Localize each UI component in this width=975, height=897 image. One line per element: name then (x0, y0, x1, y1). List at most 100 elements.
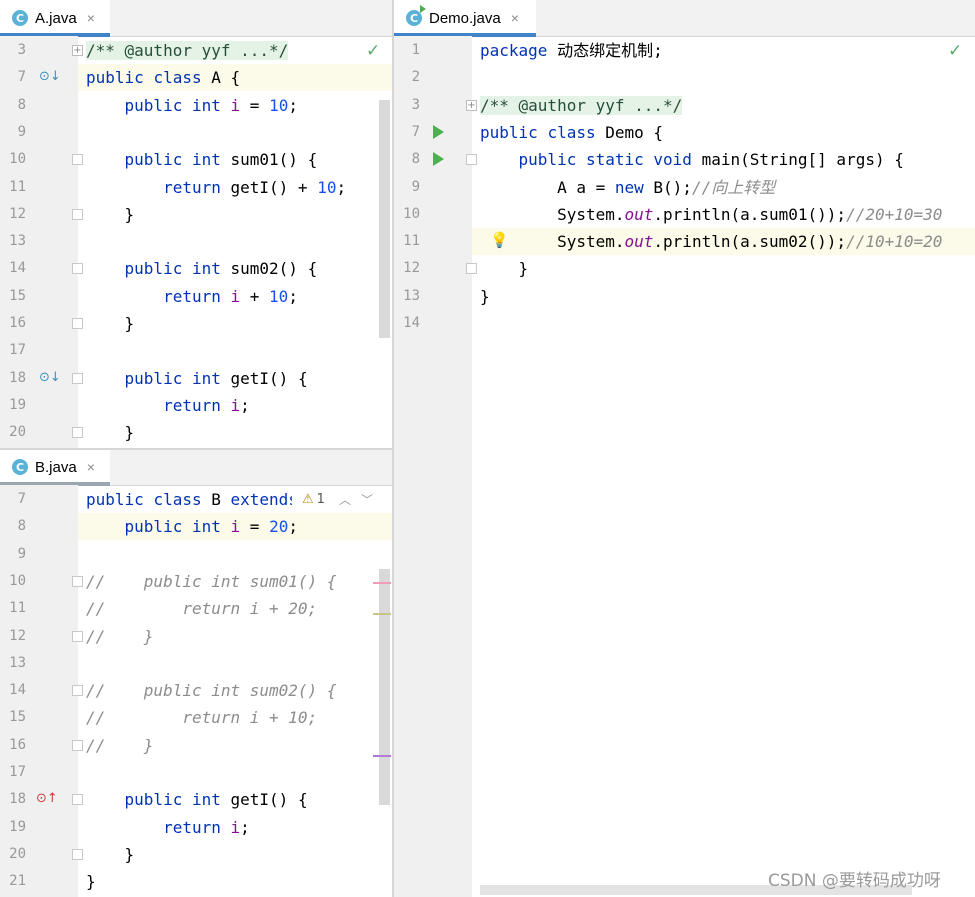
overridden-method-icon[interactable]: ⊙↓ (39, 370, 61, 385)
chevron-up-icon[interactable]: ︿ (339, 491, 351, 508)
code-line[interactable]: 11 return getI() + 10; (0, 174, 392, 201)
horizontal-divider[interactable] (0, 448, 392, 450)
code-line[interactable]: 14 (394, 310, 975, 337)
code-line[interactable]: 1 package 动态绑定机制; (394, 37, 975, 64)
code-line[interactable]: 21} (0, 868, 392, 895)
code-text: return i; (163, 395, 250, 415)
code-line[interactable]: 19 return i; (0, 392, 392, 419)
code-text: } (86, 423, 135, 443)
line-number: 9 (17, 123, 26, 140)
line-number: 14 (9, 260, 26, 277)
fold-icon[interactable] (72, 372, 83, 384)
code-text: // public int sum02() { (86, 681, 337, 701)
code-line[interactable]: 3 /** @author yyf ...*/ (394, 92, 975, 119)
line-number: 12 (403, 260, 420, 277)
line-number: 19 (9, 396, 26, 413)
code-line[interactable]: 9 (0, 119, 392, 146)
code-line[interactable]: 14 // public int sum02() { (0, 677, 392, 704)
code-line[interactable]: 8 public int i = 10; (0, 92, 392, 119)
run-icon[interactable] (433, 124, 444, 139)
code-line[interactable]: 18 public int getI() { (0, 786, 392, 813)
code-line[interactable]: 20 } (0, 419, 392, 446)
code-text: return i; (163, 817, 250, 837)
code-line[interactable]: 16 // } (0, 732, 392, 759)
code-line[interactable]: 19 return i; (0, 814, 392, 841)
code-line[interactable]: 15 return i + 10; (0, 283, 392, 310)
code-line[interactable]: 8 public static void main(String[] args)… (394, 146, 975, 173)
class-letter: C (409, 11, 419, 25)
code-line[interactable]: 11 // return i + 20; (0, 595, 392, 622)
demo-code-area[interactable]: 1 package 动态绑定机制; 2 3 /** @author yyf ...*/ 7… (394, 37, 975, 897)
fold-icon[interactable] (72, 630, 83, 642)
run-badge-icon (420, 5, 426, 13)
expand-fold-icon[interactable]: + (466, 99, 477, 111)
fold-icon[interactable] (72, 318, 83, 329)
tab-b-java[interactable]: C B.java × (0, 449, 110, 486)
code-line[interactable]: 3 /** @author yyf ...*/ (0, 37, 392, 64)
line-number: 2 (411, 69, 420, 86)
runnable-class-icon: C (406, 5, 426, 26)
fold-icon[interactable] (72, 208, 83, 220)
fold-icon[interactable] (466, 263, 477, 275)
fold-icon[interactable] (72, 739, 83, 751)
code-line[interactable]: 17 (0, 337, 392, 364)
tab-label: A.java (35, 9, 77, 27)
expand-fold-icon[interactable]: + (72, 45, 83, 56)
fold-icon[interactable] (72, 575, 83, 587)
code-line[interactable]: 8 public int i = 20; (0, 513, 392, 541)
fold-icon[interactable] (72, 848, 83, 860)
close-icon[interactable]: × (87, 459, 95, 475)
code-line[interactable]: 10 System.out.println(a.sum01());//20+10… (394, 201, 975, 228)
code-line[interactable]: 12 } (394, 255, 975, 282)
code-line[interactable]: 14 public int sum02() { (0, 255, 392, 282)
close-icon[interactable]: × (511, 10, 519, 26)
tab-a-java[interactable]: C A.java × (0, 0, 110, 37)
fold-icon[interactable] (72, 263, 83, 275)
line-number: 14 (9, 682, 26, 699)
info-stripe-mark (373, 755, 391, 757)
watermark: CSDN @要转码成功呀 (768, 871, 941, 891)
fold-icon[interactable] (72, 794, 83, 806)
code-text: package 动态绑定机制; (480, 41, 663, 60)
line-number: 12 (9, 627, 26, 644)
a-code-area[interactable]: 3 /** @author yyf ...*/ 7 public class A {8… (0, 37, 392, 449)
code-line[interactable]: 17 (0, 759, 392, 786)
fold-icon[interactable] (72, 427, 83, 439)
code-line[interactable]: 10 // public int sum01() { (0, 568, 392, 595)
code-line[interactable]: 10 public int sum01() { (0, 146, 392, 173)
line-number: 12 (9, 205, 26, 222)
code-text: public static void main(String[] args) { (518, 150, 904, 170)
code-line[interactable]: 20 } (0, 841, 392, 868)
code-line[interactable]: 11 System.out.println(a.sum02());//10+10… (394, 228, 975, 256)
code-line[interactable]: 16 } (0, 310, 392, 337)
code-text: public int sum02() { (124, 259, 318, 279)
b-scrollbar[interactable] (379, 569, 390, 805)
b-code-area[interactable]: 7public class B extends A {8 public int … (0, 486, 392, 897)
overriding-method-icon[interactable]: ⊙↑ (36, 791, 58, 806)
code-line[interactable]: 7 public class Demo { (394, 119, 975, 146)
fold-icon[interactable] (466, 154, 477, 166)
chevron-down-icon[interactable]: ﹀ (361, 491, 373, 508)
code-line[interactable]: 12 // } (0, 623, 392, 650)
run-icon[interactable] (433, 152, 444, 167)
code-line[interactable]: 9 (0, 541, 392, 568)
inspection-widget[interactable]: ⚠ 1 ︿ ﹀ (292, 486, 392, 513)
warning-count: 1 (316, 492, 325, 507)
tab-demo-java[interactable]: C Demo.java × (394, 0, 536, 37)
fold-icon[interactable] (72, 154, 83, 166)
code-text: } (86, 844, 135, 864)
line-number: 11 (9, 600, 26, 617)
code-line[interactable]: 13 (0, 228, 392, 255)
code-line[interactable]: 9 A a = new B();//向上转型 (394, 174, 975, 201)
line-number: 7 (411, 123, 420, 140)
fold-icon[interactable] (72, 685, 83, 697)
code-line[interactable]: 12 } (0, 201, 392, 228)
close-icon[interactable]: × (87, 10, 95, 26)
code-line[interactable]: 13 (0, 650, 392, 677)
code-line[interactable]: 13} (394, 283, 975, 310)
intention-bulb-icon[interactable]: 💡 (490, 231, 509, 249)
overridden-method-icon[interactable]: ⊙↓ (39, 69, 61, 84)
a-scrollbar[interactable] (379, 100, 390, 338)
code-line[interactable]: 2 (394, 64, 975, 91)
code-line[interactable]: 15 // return i + 10; (0, 704, 392, 731)
